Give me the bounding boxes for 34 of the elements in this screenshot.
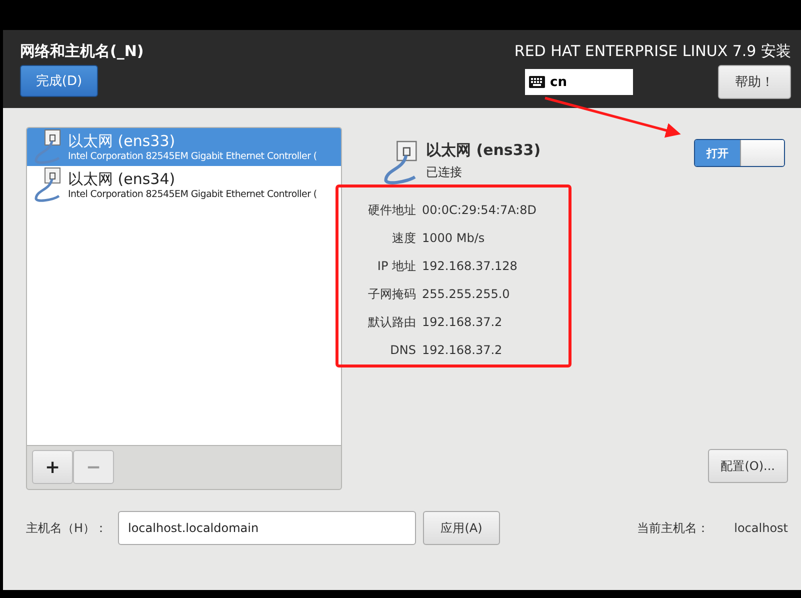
device-description: Intel Corporation 82545EM Gigabit Ethernet Controller ( bbox=[68, 188, 317, 200]
property-value: 255.255.255.0 bbox=[422, 286, 511, 303]
device-description: Intel Corporation 82545EM Gigabit Ethernet Controller ( bbox=[68, 150, 317, 162]
property-value: 192.168.37.2 bbox=[422, 314, 504, 331]
hostname-field[interactable]: localhost.localdomain bbox=[118, 511, 416, 545]
property-value: 00:0C:29:54:7A:8D bbox=[422, 202, 538, 219]
window-title: 网络和主机名(_N) bbox=[20, 42, 144, 61]
product-title: RED HAT ENTERPRISE LINUX 7.9 安装 bbox=[514, 42, 791, 61]
keyboard-layout-field[interactable]: cn bbox=[525, 69, 633, 95]
connection-status: 已连接 bbox=[426, 164, 463, 181]
property-label: 子网掩码 bbox=[367, 286, 416, 303]
property-value: 1000 Mb/s bbox=[422, 230, 486, 247]
device-name: 以太网 (ens33) bbox=[68, 132, 176, 150]
property-value: 192.168.37.2 bbox=[422, 342, 504, 359]
property-label: 硬件地址 bbox=[367, 202, 416, 219]
network-cable-icon bbox=[33, 128, 63, 166]
device-title: 以太网 (ens33) bbox=[426, 141, 541, 160]
current-hostname-value: localhost bbox=[734, 521, 788, 535]
help-button[interactable]: 帮助！ bbox=[718, 65, 791, 99]
done-button[interactable]: 完成(D) bbox=[20, 65, 98, 97]
network-cable-icon bbox=[382, 139, 420, 187]
property-label: 默认路由 bbox=[367, 314, 416, 331]
current-hostname-label: 当前主机名： bbox=[637, 520, 710, 536]
property-value: 192.168.37.128 bbox=[422, 258, 518, 275]
apply-button[interactable]: 应用(A) bbox=[423, 511, 500, 545]
network-cable-icon bbox=[33, 166, 63, 204]
property-label: DNS bbox=[389, 342, 416, 359]
keyboard-icon bbox=[529, 76, 545, 88]
add-device-button[interactable]: + bbox=[32, 450, 73, 484]
hostname-label: 主机名（H）： bbox=[26, 520, 108, 536]
device-name: 以太网 (ens34) bbox=[68, 170, 176, 188]
configure-button[interactable]: 配置(O)... bbox=[708, 449, 788, 483]
property-label: IP 地址 bbox=[376, 258, 416, 275]
property-label: 速度 bbox=[391, 230, 416, 247]
